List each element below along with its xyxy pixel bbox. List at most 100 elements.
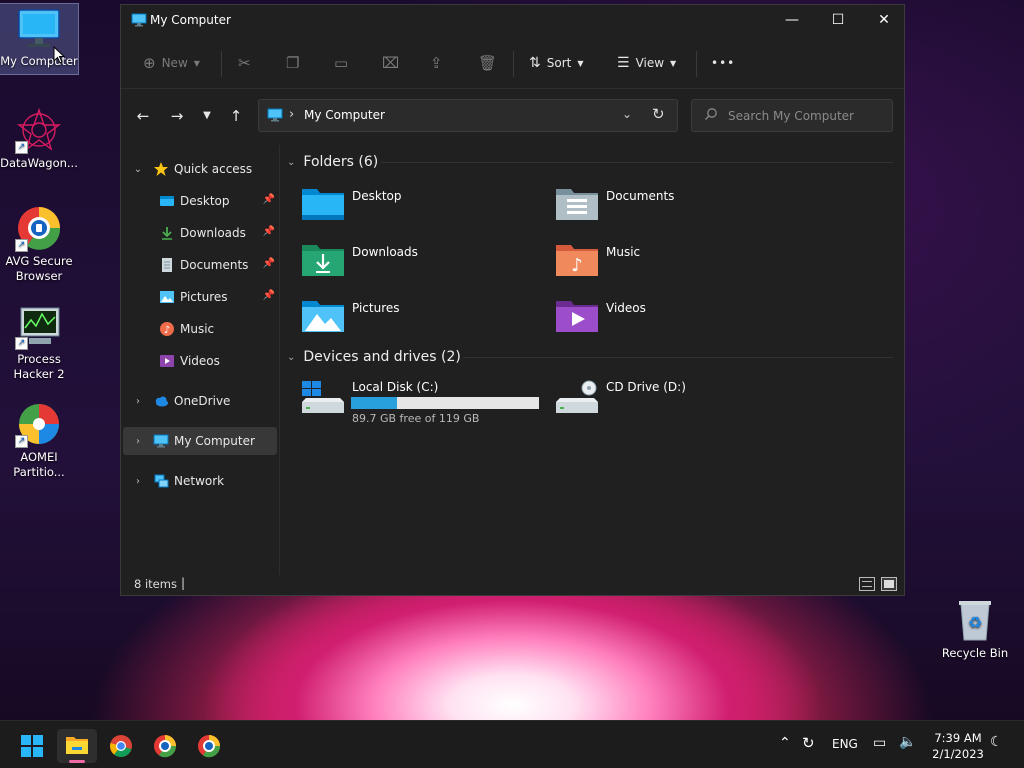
address-bar[interactable]: › My Computer ⌄ ↻ xyxy=(258,99,678,132)
close-button[interactable]: ✕ xyxy=(861,5,907,35)
avg-browser-icon xyxy=(198,735,221,758)
taskbar-file-explorer[interactable] xyxy=(57,729,97,763)
sort-button[interactable]: ⇅ Sort ▼ xyxy=(529,51,584,75)
chevron-down-icon: ▼ xyxy=(670,58,677,68)
navigation-pane: ⌄ Quick access Desktop 📌 Downloads 📌 Doc… xyxy=(121,145,279,575)
back-button[interactable]: ← xyxy=(131,104,155,128)
clock[interactable]: 7:39 AM 2/1/2023 xyxy=(928,730,988,762)
view-button[interactable]: ☰ View ▼ xyxy=(617,51,676,75)
sort-arrows-icon: ⇅ xyxy=(529,55,541,71)
large-icons-view-button[interactable] xyxy=(881,577,897,591)
start-button[interactable] xyxy=(12,729,52,763)
network-monitor-icon[interactable]: ▭ xyxy=(873,735,886,751)
delete-button[interactable]: 🗑 xyxy=(478,51,497,75)
nav-documents[interactable]: Documents 📌 xyxy=(123,251,277,279)
pin-icon[interactable]: 📌 xyxy=(263,226,275,237)
folder-desktop[interactable]: Desktop xyxy=(301,185,551,231)
forward-button[interactable]: → xyxy=(165,104,189,128)
new-button-label: New xyxy=(161,56,188,70)
nav-videos[interactable]: Videos xyxy=(123,347,277,375)
desktop-icon-label: AOMEI Partitio... xyxy=(13,450,65,479)
pin-icon[interactable]: 📌 xyxy=(263,194,275,205)
desktop-icon-datawagon[interactable]: ↗ DataWagon... xyxy=(0,106,78,171)
rename-button[interactable]: ⌧ xyxy=(382,51,399,75)
chevron-down-icon: ▼ xyxy=(577,58,584,68)
nav-downloads[interactable]: Downloads 📌 xyxy=(123,219,277,247)
share-icon: ⇪ xyxy=(430,54,443,72)
address-dropdown-button[interactable]: ⌄ xyxy=(622,107,632,121)
nav-onedrive[interactable]: › OneDrive xyxy=(123,387,277,415)
drive-local-disk-c[interactable]: Local Disk (C:) 89.7 GB free of 119 GB xyxy=(301,380,551,426)
folder-downloads[interactable]: Downloads xyxy=(301,241,551,287)
share-button[interactable]: ⇪ xyxy=(430,51,443,75)
up-button[interactable]: ↑ xyxy=(224,104,248,128)
svg-text:♪: ♪ xyxy=(571,255,583,276)
taskbar: ⌃ ↻ ENG ▭ 🔈 7:39 AM 2/1/2023 ☾ xyxy=(0,720,1024,768)
search-icon xyxy=(704,107,718,124)
content-area: ⌄ Folders (6) Desktop Documents Download… xyxy=(281,145,901,575)
title-bar[interactable]: My Computer — ☐ ✕ xyxy=(121,5,904,37)
scissors-icon: ✂ xyxy=(238,54,251,72)
desktop-icon-my-computer[interactable]: My Computer xyxy=(0,3,79,75)
folder-music[interactable]: ♪ Music xyxy=(555,241,805,287)
documents-folder-icon xyxy=(556,189,598,220)
nav-pictures[interactable]: Pictures 📌 xyxy=(123,283,277,311)
details-view-button[interactable] xyxy=(859,577,875,591)
new-button[interactable]: ⊕ New ▼ xyxy=(143,51,200,75)
desktop-icon-label: AVG Secure Browser xyxy=(5,254,73,283)
taskbar-chrome[interactable] xyxy=(101,729,141,763)
star-icon xyxy=(153,161,169,177)
nav-network[interactable]: › Network xyxy=(123,467,277,495)
desktop-icon-recycle-bin[interactable]: ♻ Recycle Bin xyxy=(936,596,1014,661)
desktop-icon-label: DataWagon... xyxy=(0,156,78,170)
monitor-icon xyxy=(15,4,63,52)
music-note-icon: ♪ xyxy=(159,321,175,337)
view-button-label: View xyxy=(635,56,665,70)
drive-cd-d[interactable]: CD Drive (D:) xyxy=(555,380,755,426)
more-options-button[interactable]: ••• xyxy=(711,51,735,75)
copy-button[interactable]: ❐ xyxy=(286,51,299,75)
desktop-icon-process-hacker[interactable]: ↗ Process Hacker 2 xyxy=(0,302,78,382)
nav-my-computer[interactable]: › My Computer xyxy=(123,427,277,455)
sync-status-icon[interactable]: ↻ xyxy=(802,734,815,752)
minimize-button[interactable]: — xyxy=(769,5,815,35)
chrome-icon xyxy=(110,735,132,757)
nav-label: Music xyxy=(180,322,215,336)
drives-group-header[interactable]: ⌄ Devices and drives (2) xyxy=(287,346,461,368)
cut-button[interactable]: ✂ xyxy=(238,51,251,75)
downloads-folder-icon xyxy=(302,245,344,276)
arrow-up-icon: ↑ xyxy=(229,107,243,125)
language-indicator[interactable]: ENG xyxy=(832,737,858,751)
folders-group-header[interactable]: ⌄ Folders (6) xyxy=(287,151,378,173)
monitor-icon xyxy=(153,433,169,449)
drive-usage-bar xyxy=(351,397,539,409)
search-input[interactable] xyxy=(728,107,888,125)
pin-icon[interactable]: 📌 xyxy=(263,258,275,269)
refresh-button[interactable]: ↻ xyxy=(652,105,665,123)
cd-drive-icon xyxy=(556,380,598,413)
pin-icon[interactable]: 📌 xyxy=(263,290,275,301)
show-hidden-icons-button[interactable]: ⌃ xyxy=(779,735,791,751)
desktop-icon-aomei[interactable]: ↗ AOMEI Partitio... xyxy=(0,400,78,480)
folder-videos[interactable]: Videos xyxy=(555,297,805,343)
drive-label: Local Disk (C:) xyxy=(352,380,439,394)
pane-splitter[interactable] xyxy=(279,145,280,575)
taskbar-avg-browser-2[interactable] xyxy=(189,729,229,763)
drive-usage-fill xyxy=(351,397,398,409)
nav-label: Quick access xyxy=(174,162,253,176)
taskbar-avg-browser[interactable] xyxy=(145,729,185,763)
recent-locations-button[interactable]: ▼ xyxy=(195,104,219,128)
maximize-button[interactable]: ☐ xyxy=(815,5,861,35)
speaker-icon[interactable]: 🔈 xyxy=(899,734,916,750)
folder-pictures[interactable]: Pictures xyxy=(301,297,551,343)
desktop-icon-avg-browser[interactable]: ↗ AVG Secure Browser xyxy=(0,204,78,284)
nav-desktop[interactable]: Desktop 📌 xyxy=(123,187,277,215)
notifications-moon-icon[interactable]: ☾ xyxy=(990,734,1003,750)
paste-button[interactable]: ▭ xyxy=(334,51,348,75)
shortcut-arrow-icon: ↗ xyxy=(15,141,28,154)
nav-music[interactable]: ♪ Music xyxy=(123,315,277,343)
videos-folder-icon xyxy=(556,301,598,332)
trash-icon: 🗑 xyxy=(478,54,498,72)
folder-documents[interactable]: Documents xyxy=(555,185,805,231)
nav-quick-access[interactable]: ⌄ Quick access xyxy=(123,155,277,183)
